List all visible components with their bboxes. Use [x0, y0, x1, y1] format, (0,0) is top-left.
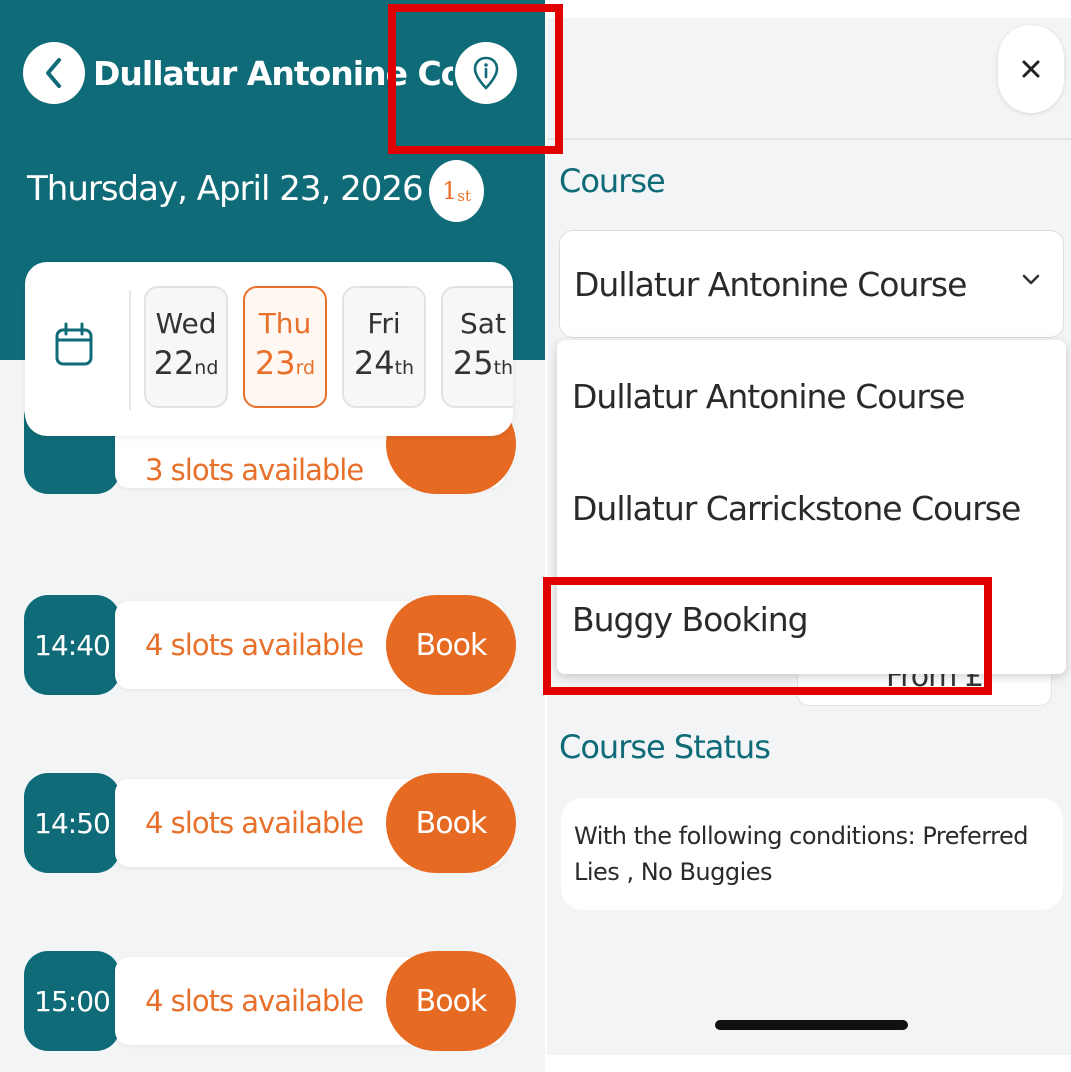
slot-time: 14:40	[24, 595, 120, 695]
date-selector: Wed 22nd Thu 23rd Fri 24th Sat 25th	[25, 262, 513, 436]
book-button[interactable]: Book	[386, 951, 516, 1051]
chevron-down-icon	[1022, 274, 1040, 285]
slot-availability: 4 slots available	[145, 628, 364, 662]
day-thu-selected[interactable]: Thu 23rd	[243, 286, 327, 408]
chevron-left-icon	[46, 58, 61, 88]
first-tee-badge[interactable]: 1st	[429, 160, 484, 222]
course-status-box: With the following conditions: Preferred…	[561, 798, 1063, 910]
day-name: Wed	[155, 306, 217, 340]
calendar-icon[interactable]	[54, 318, 94, 378]
home-indicator	[715, 1020, 908, 1030]
tee-times-screen: Dullatur Antonine Course Thursday, April…	[0, 0, 545, 1072]
close-button[interactable]	[998, 25, 1064, 113]
day-sat[interactable]: Sat 25th	[441, 286, 513, 408]
dropdown-option-antonine[interactable]: Dullatur Antonine Course	[572, 375, 965, 419]
day-suffix: th	[394, 356, 415, 379]
day-suffix: rd	[295, 356, 316, 379]
slot-row[interactable]: 14:50 4 slots available Book	[24, 773, 516, 873]
day-name: Sat	[460, 306, 506, 340]
slot-row[interactable]: 14:40 4 slots available Book	[24, 595, 516, 695]
close-icon	[1022, 60, 1040, 78]
course-status-text: With the following conditions: Preferred…	[574, 822, 1029, 886]
course-info-sheet: Course Dullatur Antonine Course From £ D…	[547, 18, 1071, 1055]
course-select[interactable]: Dullatur Antonine Course	[559, 230, 1064, 338]
dropdown-option-carrickstone[interactable]: Dullatur Carrickstone Course	[572, 487, 1021, 531]
highlight-box-buggy-booking	[543, 577, 992, 695]
day-name: Thu	[258, 306, 312, 340]
day-wed[interactable]: Wed 22nd	[144, 286, 228, 408]
first-badge-suffix: st	[457, 187, 471, 205]
divider	[547, 138, 1071, 140]
slot-row[interactable]: 15:00 4 slots available Book	[24, 951, 516, 1051]
course-select-value: Dullatur Antonine Course	[574, 265, 967, 304]
slot-availability: 4 slots available	[145, 806, 364, 840]
divider	[129, 290, 131, 410]
slot-availability: 4 slots available	[145, 984, 364, 1018]
book-button[interactable]: Book	[386, 595, 516, 695]
book-button[interactable]: Book	[386, 773, 516, 873]
day-number: 23	[254, 343, 296, 382]
selected-date: Thursday, April 23, 2026	[27, 169, 424, 209]
course-status-label: Course Status	[559, 728, 771, 766]
day-number: 24	[353, 343, 395, 382]
day-suffix: nd	[194, 356, 219, 379]
slot-time: 14:50	[24, 773, 120, 873]
day-number: 25	[452, 343, 494, 382]
slot-time: 15:00	[24, 951, 120, 1051]
course-label: Course	[559, 162, 666, 200]
highlight-box-info-button	[388, 4, 563, 154]
day-number: 22	[153, 343, 195, 382]
day-fri[interactable]: Fri 24th	[342, 286, 426, 408]
first-badge-number: 1	[441, 177, 458, 205]
day-suffix: th	[493, 356, 513, 379]
day-name: Fri	[367, 306, 401, 340]
back-button[interactable]	[23, 42, 85, 104]
